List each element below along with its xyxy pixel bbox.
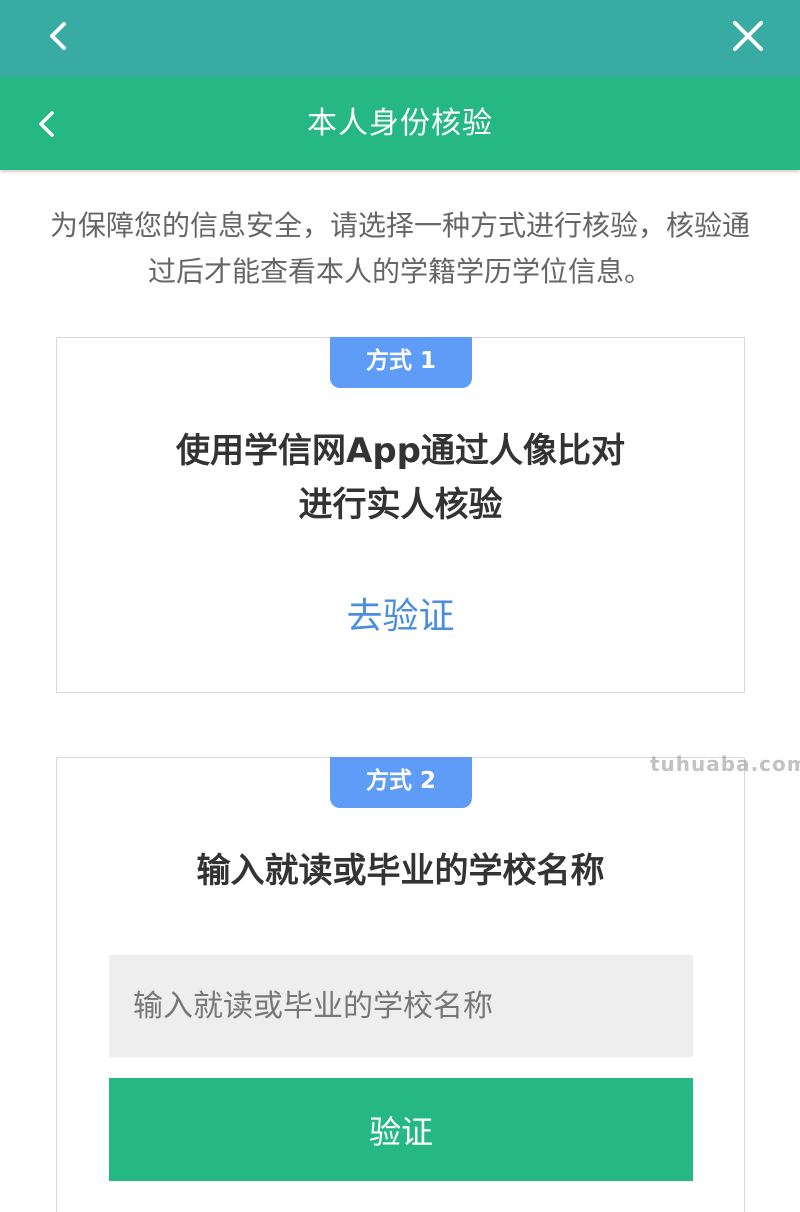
method-1-heading-line-1: 使用学信网App通过人像比对 (176, 431, 625, 471)
method-1-heading-line-2: 进行实人核验 (298, 485, 503, 525)
method-1-badge: 方式 1 (330, 337, 472, 388)
chevron-left-icon (50, 22, 66, 50)
method-2-badge: 方式 2 (330, 757, 472, 808)
close-button[interactable] (724, 12, 772, 60)
close-icon (733, 21, 763, 51)
method-2-heading: 输入就读或毕业的学校名称 (196, 851, 605, 891)
watermark: tuhuaba.com (650, 752, 800, 776)
method-1-heading: 使用学信网App通过人像比对 进行实人核验 (57, 424, 744, 532)
intro-text: 为保障您的信息安全，请选择一种方式进行核验，核验通过后才能查看本人的学籍学历学位… (50, 209, 751, 288)
page-title: 本人身份核验 (307, 106, 493, 141)
top-bar (0, 0, 800, 77)
verify-button[interactable]: 验证 (109, 1078, 693, 1181)
method-2-card: 方式 2 输入就读或毕业的学校名称 验证 (56, 757, 745, 1212)
school-name-input[interactable] (109, 955, 693, 1057)
title-bar: 本人身份核验 (0, 77, 800, 170)
go-verify-link[interactable]: 去验证 (57, 592, 744, 642)
method-1-card: 方式 1 使用学信网App通过人像比对 进行实人核验 去验证 (56, 337, 745, 693)
top-back-button[interactable] (36, 14, 80, 58)
